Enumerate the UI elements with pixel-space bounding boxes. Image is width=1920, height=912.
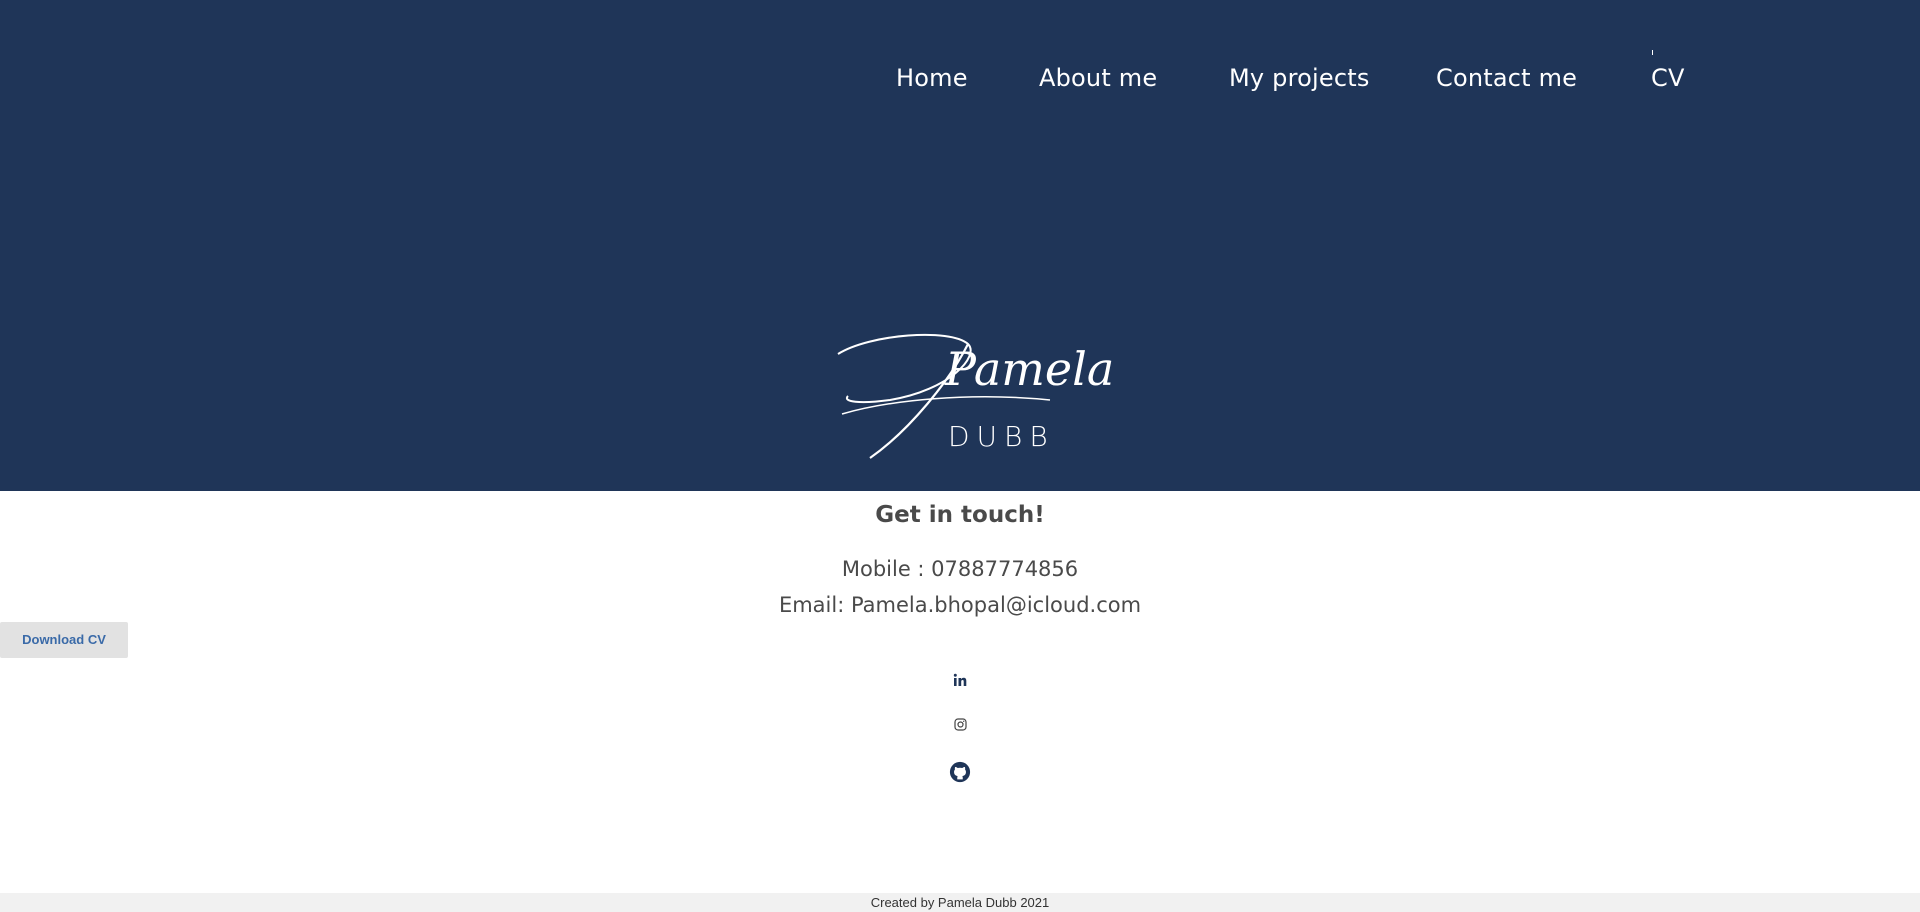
main-nav: Home About me My projects Contact me CV xyxy=(0,64,1920,104)
site-header: Home About me My projects Contact me CV … xyxy=(0,0,1920,491)
mobile-number: Mobile : 07887774856 xyxy=(841,557,1079,581)
contact-title: Get in touch! xyxy=(875,502,1045,528)
nav-active-indicator xyxy=(1652,50,1653,55)
email-address: Email: Pamela.bhopal@icloud.com xyxy=(778,593,1142,617)
footer-credit: Created by Pamela Dubb 2021 xyxy=(0,893,1920,912)
nav-item-my-projects[interactable]: My projects xyxy=(1229,64,1370,92)
nav-item-contact-me[interactable]: Contact me xyxy=(1436,64,1577,92)
contact-section: Get in touch! Mobile : 07887774856 Email… xyxy=(0,491,1920,893)
nav-item-cv[interactable]: CV xyxy=(1651,64,1685,92)
github-icon[interactable] xyxy=(948,760,972,784)
logo: Pamela DUBB xyxy=(830,330,1114,465)
nav-item-home[interactable]: Home xyxy=(896,64,968,92)
linkedin-icon[interactable] xyxy=(948,668,972,692)
logo-last-name: DUBB xyxy=(948,420,1055,453)
instagram-icon[interactable] xyxy=(948,712,972,736)
logo-first-name: Pamela xyxy=(945,342,1115,396)
download-cv-button[interactable]: Download CV xyxy=(0,622,128,658)
nav-item-about-me[interactable]: About me xyxy=(1039,64,1157,92)
